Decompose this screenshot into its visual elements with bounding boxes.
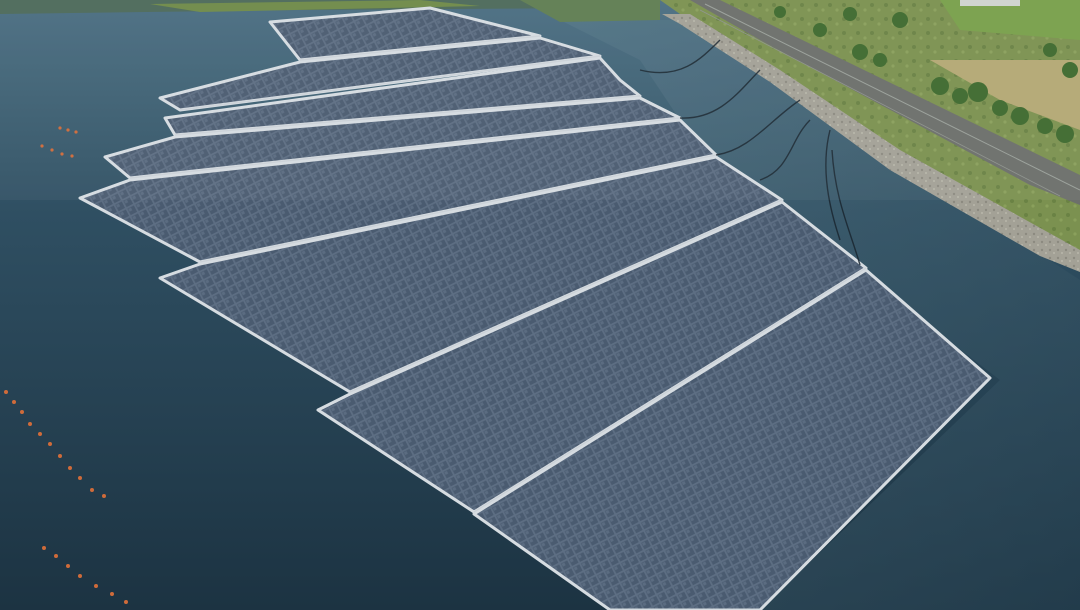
water-sheen xyxy=(0,0,1080,200)
floating-solar-photo xyxy=(0,0,1080,610)
